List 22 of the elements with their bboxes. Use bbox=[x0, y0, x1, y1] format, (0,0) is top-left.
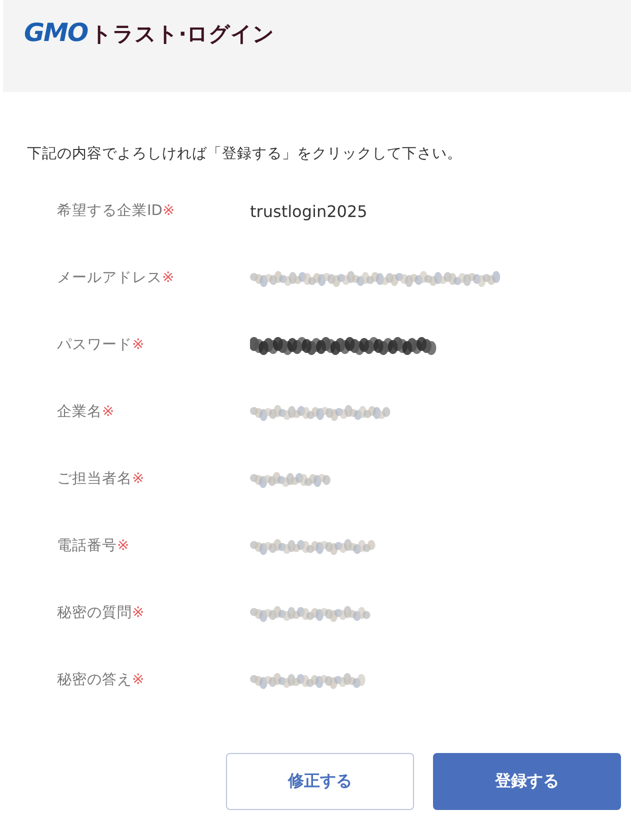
field-label: 秘密の質問 bbox=[57, 605, 132, 622]
field-label: 企業名 bbox=[57, 404, 102, 420]
required-mark: ※ bbox=[162, 203, 175, 220]
field-label: ご担当者名 bbox=[57, 471, 132, 488]
required-mark: ※ bbox=[132, 605, 144, 622]
field-label: 秘密の答え bbox=[57, 672, 132, 688]
required-mark: ※ bbox=[162, 270, 174, 286]
required-mark: ※ bbox=[132, 471, 144, 488]
required-mark: ※ bbox=[132, 672, 144, 688]
instruction-text: 下記の内容でよろしければ「登録する」をクリックして下さい。 bbox=[27, 144, 463, 164]
logo-text: トラスト·ログイン bbox=[90, 21, 275, 48]
field-label: メールアドレス bbox=[57, 270, 162, 286]
edit-button[interactable]: 修正する bbox=[226, 752, 414, 810]
required-mark: ※ bbox=[117, 538, 130, 554]
field-value: trustlogin2025 bbox=[250, 201, 368, 224]
logo-mark: GMO bbox=[24, 17, 88, 49]
field-label: 希望する企業ID bbox=[57, 203, 162, 220]
required-mark: ※ bbox=[102, 404, 114, 420]
field-label: パスワード bbox=[57, 337, 132, 354]
required-mark: ※ bbox=[132, 337, 144, 354]
field-label: 電話番号 bbox=[57, 538, 117, 554]
register-button[interactable]: 登録する bbox=[433, 752, 621, 810]
